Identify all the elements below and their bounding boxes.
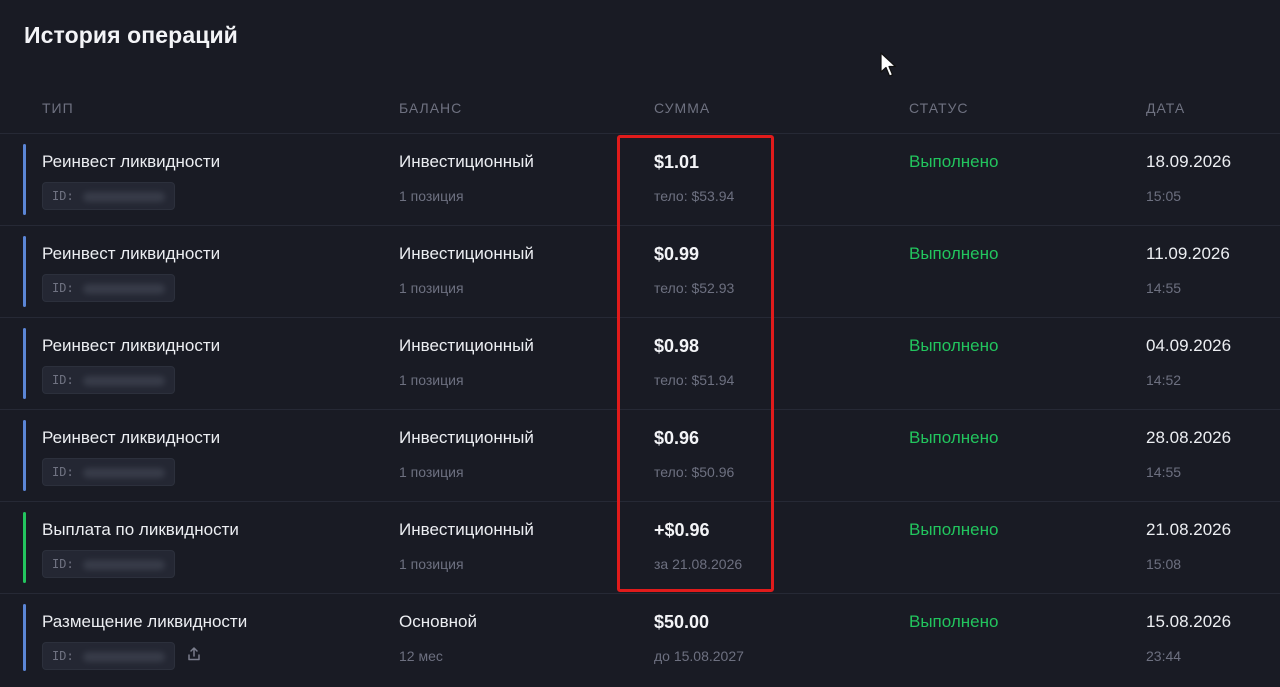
operation-time: 23:44	[1146, 648, 1182, 664]
operation-date: 21.08.2026	[1146, 520, 1232, 539]
id-value-redacted	[83, 284, 165, 294]
amount-value: $0.98	[654, 336, 700, 356]
operation-date: 04.09.2026	[1146, 336, 1232, 355]
status-badge: Выполнено	[909, 336, 999, 355]
amount-sub: тело: $53.94	[654, 188, 735, 204]
id-label: ID:	[52, 189, 74, 203]
status-badge: Выполнено	[909, 428, 999, 447]
balance-name: Инвестиционный	[399, 244, 534, 263]
status-badge: Выполнено	[909, 612, 999, 631]
balance-name: Инвестиционный	[399, 336, 534, 355]
operation-time: 14:55	[1146, 464, 1182, 480]
operation-date: 11.09.2026	[1146, 244, 1230, 263]
balance-name: Инвестиционный	[399, 152, 534, 171]
operation-type: Выплата по ликвидности	[42, 520, 239, 539]
amount-sub: до 15.08.2027	[654, 648, 744, 664]
id-label: ID:	[52, 373, 74, 387]
page-title: История операций	[24, 22, 238, 48]
id-value-redacted	[83, 652, 165, 662]
amount-value: $50.00	[654, 612, 710, 632]
amount-value: $0.96	[654, 428, 700, 448]
row-type-indicator	[23, 144, 26, 215]
balance-sub: 1 позиция	[399, 280, 464, 296]
row-type-indicator	[23, 328, 26, 399]
balance-name: Инвестиционный	[399, 428, 534, 447]
id-value-redacted	[83, 468, 165, 478]
id-label: ID:	[52, 649, 74, 663]
table-row[interactable]: Размещение ликвидности ID: Основной 12 м…	[0, 593, 1280, 681]
column-header-balance: БАЛАНС	[399, 100, 463, 116]
table-header: ТИП БАЛАНС СУММА СТАТУС ДАТА	[0, 92, 1280, 132]
amount-sub: тело: $50.96	[654, 464, 735, 480]
operation-id-field[interactable]: ID:	[42, 182, 175, 210]
operation-time: 15:08	[1146, 556, 1182, 572]
table-row[interactable]: Реинвест ликвидности ID: Инвестиционный …	[0, 317, 1280, 409]
table-row[interactable]: Реинвест ликвидности ID: Инвестиционный …	[0, 133, 1280, 225]
column-header-amount: СУММА	[654, 100, 711, 116]
operation-id-field[interactable]: ID:	[42, 274, 175, 302]
mouse-cursor-icon	[880, 52, 897, 77]
balance-sub: 12 мес	[399, 648, 443, 664]
share-icon[interactable]	[186, 646, 202, 662]
operation-date: 18.09.2026	[1146, 152, 1232, 171]
balance-sub: 1 позиция	[399, 372, 464, 388]
operation-date: 15.08.2026	[1146, 612, 1232, 631]
table-row[interactable]: Реинвест ликвидности ID: Инвестиционный …	[0, 409, 1280, 501]
operation-type: Размещение ликвидности	[42, 612, 248, 631]
row-type-indicator	[23, 420, 26, 491]
row-type-indicator	[23, 512, 26, 583]
id-value-redacted	[83, 376, 165, 386]
table-row[interactable]: Выплата по ликвидности ID: Инвестиционны…	[0, 501, 1280, 593]
balance-sub: 1 позиция	[399, 464, 464, 480]
column-header-status: СТАТУС	[909, 100, 969, 116]
column-header-date: ДАТА	[1146, 100, 1186, 116]
amount-value: $1.01	[654, 152, 700, 172]
operation-time: 14:52	[1146, 372, 1182, 388]
amount-sub: тело: $51.94	[654, 372, 735, 388]
operation-type: Реинвест ликвидности	[42, 244, 221, 263]
operation-id-field[interactable]: ID:	[42, 458, 175, 486]
id-label: ID:	[52, 281, 74, 295]
operation-id-field[interactable]: ID:	[42, 550, 175, 578]
balance-sub: 1 позиция	[399, 556, 464, 572]
amount-sub: за 21.08.2026	[654, 556, 743, 572]
status-badge: Выполнено	[909, 152, 999, 171]
amount-sub: тело: $52.93	[654, 280, 735, 296]
operation-id-field[interactable]: ID:	[42, 366, 175, 394]
row-type-indicator	[23, 604, 26, 671]
id-value-redacted	[83, 192, 165, 202]
balance-name: Инвестиционный	[399, 520, 534, 539]
operation-time: 14:55	[1146, 280, 1182, 296]
amount-value: +$0.96	[654, 520, 710, 540]
id-label: ID:	[52, 557, 74, 571]
operation-time: 15:05	[1146, 188, 1182, 204]
operation-type: Реинвест ликвидности	[42, 428, 221, 447]
status-badge: Выполнено	[909, 520, 999, 539]
row-type-indicator	[23, 236, 26, 307]
column-header-type: ТИП	[42, 100, 74, 116]
balance-name: Основной	[399, 612, 477, 631]
operation-type: Реинвест ликвидности	[42, 336, 221, 355]
table-row[interactable]: Реинвест ликвидности ID: Инвестиционный …	[0, 225, 1280, 317]
amount-value: $0.99	[654, 244, 700, 264]
operation-id-field[interactable]: ID:	[42, 642, 175, 670]
id-value-redacted	[83, 560, 165, 570]
status-badge: Выполнено	[909, 244, 999, 263]
operation-type: Реинвест ликвидности	[42, 152, 221, 171]
id-label: ID:	[52, 465, 74, 479]
operation-date: 28.08.2026	[1146, 428, 1232, 447]
balance-sub: 1 позиция	[399, 188, 464, 204]
operations-table: Реинвест ликвидности ID: Инвестиционный …	[0, 133, 1280, 681]
